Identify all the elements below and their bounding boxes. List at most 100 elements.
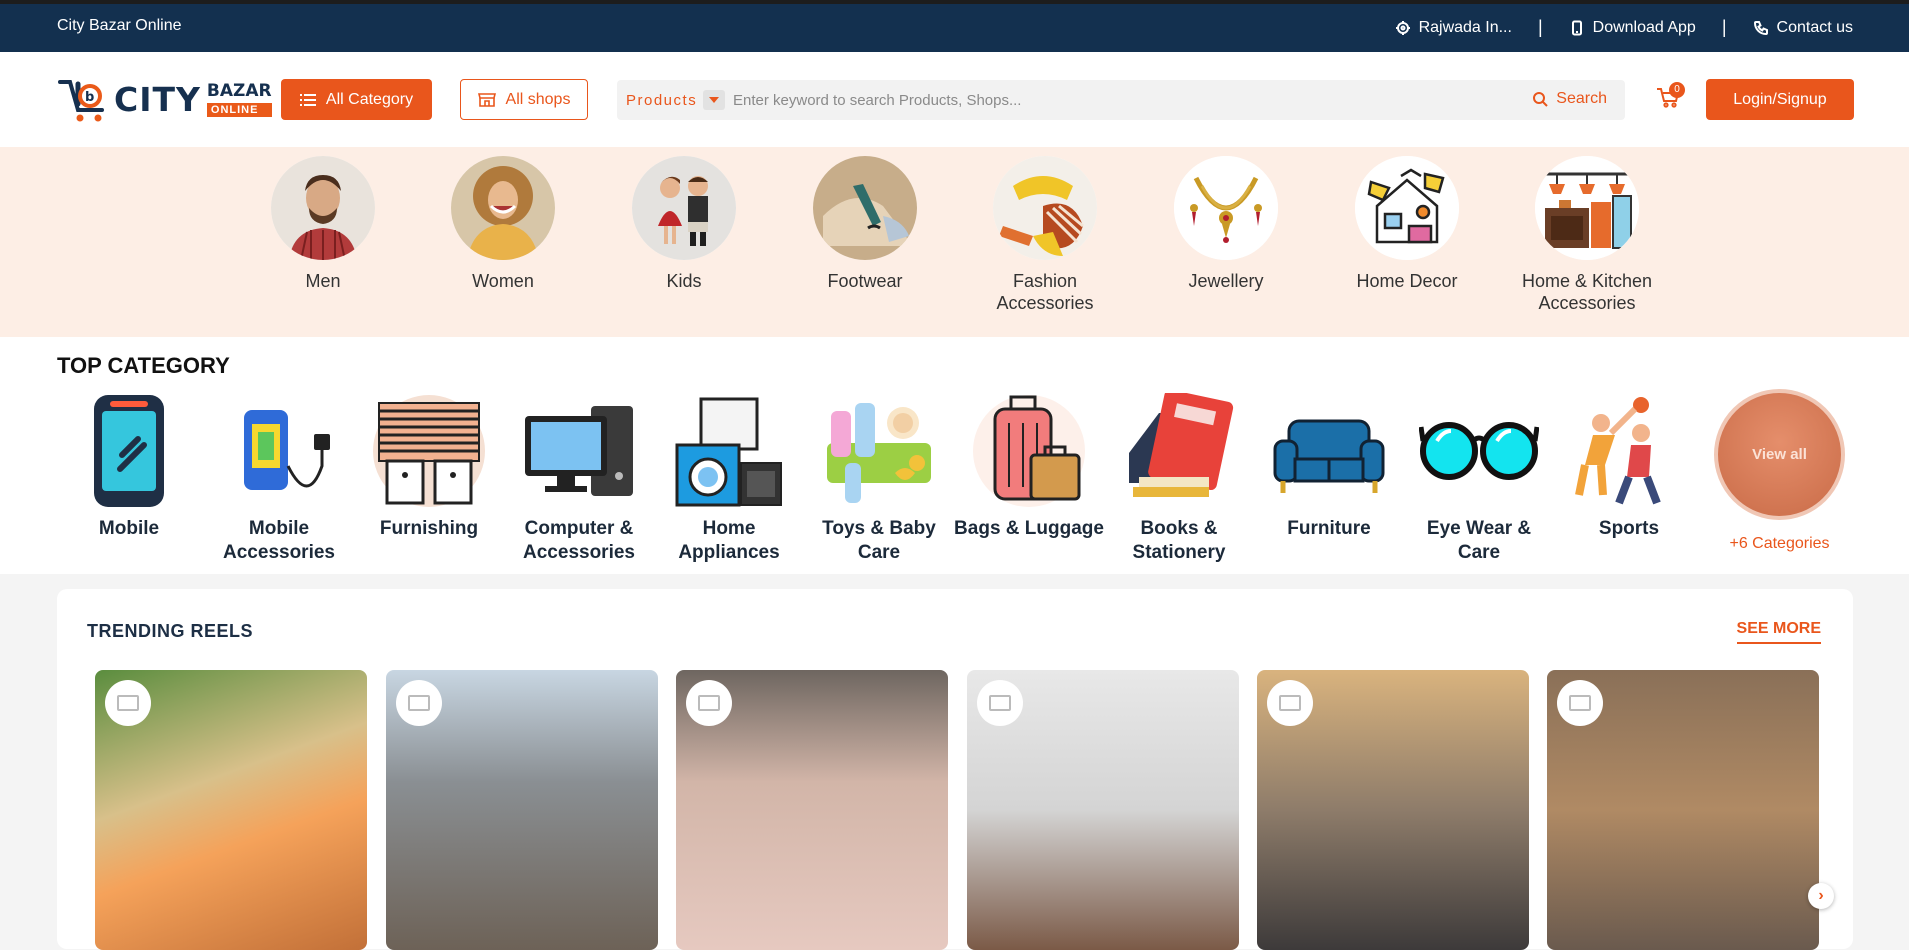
logo-stack: BAZAR ONLINE (206, 81, 272, 117)
phone-icon (1571, 20, 1582, 35)
top-category-eye-wear[interactable]: Eye Wear & Care (1404, 391, 1554, 565)
top-category-label: Books & Stationery (1132, 518, 1226, 563)
category-men[interactable]: Men (248, 156, 398, 292)
more-categories-link[interactable]: +6 Categories (1714, 535, 1845, 553)
all-shops-button[interactable]: All shops (460, 79, 588, 120)
image-placeholder-icon (686, 680, 732, 726)
logo[interactable]: b CITY BAZAR ONLINE (56, 74, 272, 124)
kids-photo (632, 156, 736, 260)
top-category-books-stationery[interactable]: Books & Stationery (1104, 391, 1254, 565)
top-category-label: Toys & Baby Care (822, 518, 936, 563)
image-placeholder-icon (105, 680, 151, 726)
top-category-furnishing[interactable]: Furnishing (354, 391, 504, 541)
image-placeholder-icon (1557, 680, 1603, 726)
logo-mark-icon: b (56, 74, 114, 124)
baby-care-icon (819, 391, 939, 511)
reel-card[interactable] (1257, 670, 1529, 950)
top-category-sports[interactable]: Sports (1554, 391, 1704, 541)
top-category-label: Bags & Luggage (954, 518, 1104, 539)
contact-label: Contact us (1776, 18, 1853, 36)
top-category-bags-luggage[interactable]: Bags & Luggage (954, 391, 1104, 541)
search-button[interactable]: Search (1532, 90, 1607, 108)
section-title: TOP CATEGORY (57, 353, 230, 378)
separator: | (1537, 17, 1543, 37)
login-signup-button[interactable]: Login/Signup (1706, 79, 1854, 120)
top-bar: City Bazar Online Rajwada In... | Downlo… (0, 0, 1909, 52)
top-category-label: Furniture (1287, 518, 1371, 539)
category-kids[interactable]: Kids (609, 156, 759, 292)
top-category-section: TOP CATEGORY Mobile Mobile Accessories F… (0, 337, 1909, 574)
all-category-label: All Category (325, 90, 414, 108)
men-photo (271, 156, 375, 260)
sofa-icon (1269, 391, 1389, 511)
next-arrow-button[interactable]: › (1808, 883, 1834, 909)
chevron-down-icon (703, 90, 726, 110)
category-label: Women (472, 271, 534, 291)
top-category-label: Computer & Accessories (523, 518, 635, 563)
telephone-icon (1753, 20, 1768, 35)
image-placeholder-icon (977, 680, 1023, 726)
image-placeholder-icon (1267, 680, 1313, 726)
section-title: TRENDING REELS (87, 621, 254, 641)
download-app-link[interactable]: Download App (1569, 19, 1696, 37)
category-label: Kids (666, 271, 702, 291)
reel-card[interactable] (676, 670, 948, 950)
location-target-icon (1395, 20, 1410, 35)
reel-card[interactable] (1547, 670, 1819, 950)
logo-city-text: CITY (114, 79, 201, 119)
glasses-icon (1419, 391, 1539, 511)
luggage-icon (969, 391, 1089, 511)
top-category-furniture[interactable]: Furniture (1254, 391, 1404, 541)
category-jewellery[interactable]: Jewellery (1151, 156, 1301, 292)
search-input[interactable] (733, 80, 1493, 120)
all-shops-label: All shops (505, 90, 571, 108)
footwear-photo (813, 156, 917, 260)
category-home-kitchen[interactable]: Home & Kitchen Accessories (1512, 156, 1662, 314)
cart-button[interactable]: 0 (1655, 82, 1685, 114)
location-label: Rajwada In... (1418, 18, 1512, 36)
computer-icon (519, 391, 639, 511)
list-icon (299, 93, 316, 106)
shop-icon (477, 92, 496, 107)
fashion-accessories-photo (993, 156, 1097, 260)
image-placeholder-icon (396, 680, 442, 726)
washing-machine-icon (669, 391, 789, 511)
trending-reels-section: TRENDING REELS SEE MORE (57, 589, 1853, 950)
category-fashion-accessories[interactable]: Fashion Accessories (970, 156, 1120, 314)
category-footwear[interactable]: Footwear (790, 156, 940, 292)
see-more-link[interactable]: SEE MORE (1736, 620, 1821, 644)
reel-card[interactable] (967, 670, 1239, 950)
location-link[interactable]: Rajwada In... (1395, 19, 1512, 37)
category-home-decor[interactable]: Home Decor (1332, 156, 1482, 292)
top-category-mobile-accessories[interactable]: Mobile Accessories (204, 391, 354, 565)
reel-card[interactable] (386, 670, 658, 950)
search-type-label: Products (626, 91, 698, 109)
top-category-toys-baby[interactable]: Toys & Baby Care (804, 391, 954, 565)
contact-link[interactable]: Contact us (1753, 19, 1853, 37)
category-label: Jewellery (1188, 271, 1264, 291)
top-category-label: Furnishing (379, 518, 479, 539)
download-app-label: Download App (1592, 18, 1696, 36)
all-category-button[interactable]: All Category (281, 79, 432, 120)
search-type-select[interactable]: Products (626, 90, 726, 110)
top-category-label: Mobile (98, 518, 160, 539)
main-header: b CITY BAZAR ONLINE All Category All sho… (0, 52, 1909, 147)
top-category-mobile[interactable]: Mobile (54, 391, 204, 541)
books-icon (1119, 391, 1239, 511)
charger-icon (219, 391, 339, 511)
site-name: City Bazar Online (57, 17, 182, 34)
top-category-label: Home Appliances (678, 518, 780, 563)
category-label: Fashion Accessories (996, 271, 1094, 313)
separator: | (1721, 17, 1727, 37)
mobile-icon (69, 391, 189, 511)
kitchen-icon (1535, 156, 1639, 260)
view-all-categories-button[interactable]: View all (1714, 389, 1845, 520)
top-category-computer[interactable]: Computer & Accessories (504, 391, 654, 565)
necklace-icon (1174, 156, 1278, 260)
top-category-home-appliances[interactable]: Home Appliances (654, 391, 804, 565)
category-label: Home & Kitchen Accessories (1521, 271, 1653, 313)
category-women[interactable]: Women (428, 156, 578, 292)
blinds-icon (369, 391, 489, 511)
logo-online-text: ONLINE (206, 103, 272, 117)
reel-card[interactable] (95, 670, 367, 950)
